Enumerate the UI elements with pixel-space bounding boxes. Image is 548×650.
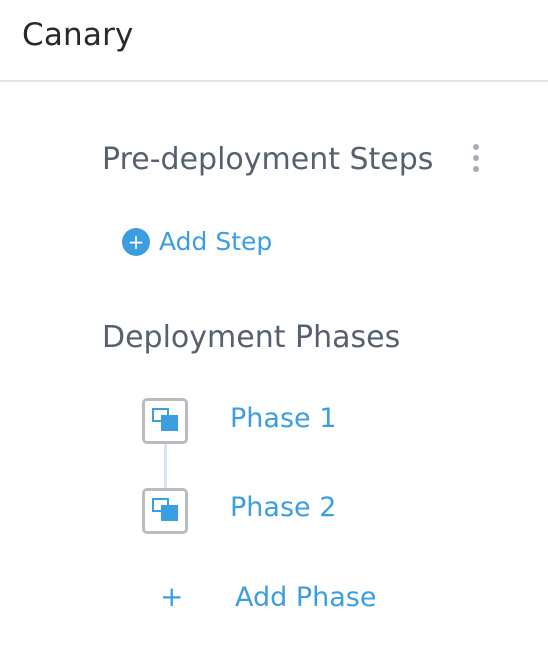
pre-deployment-title: Pre-deployment Steps xyxy=(102,142,434,177)
panel-header: Canary xyxy=(0,0,548,82)
phase-2-link[interactable]: Phase 2 xyxy=(230,492,336,523)
page-title: Canary xyxy=(22,17,134,53)
plus-icon: + xyxy=(160,580,184,613)
canary-workflow-panel: Canary Pre-deployment Steps + Add Step D… xyxy=(0,0,548,650)
plus-circle-icon: + xyxy=(122,227,150,256)
phase-2-icon[interactable] xyxy=(142,488,188,534)
phase-1-link[interactable]: Phase 1 xyxy=(230,403,336,434)
deployment-phases-title: Deployment Phases xyxy=(102,320,401,355)
add-phase-label: Add Phase xyxy=(235,581,377,613)
more-options-icon[interactable] xyxy=(469,144,483,174)
add-phase-button[interactable]: + Add Phase xyxy=(160,580,376,614)
phase-1-icon[interactable] xyxy=(142,398,188,444)
add-step-button[interactable]: + Add Step xyxy=(122,227,272,256)
add-step-label: Add Step xyxy=(159,227,273,256)
